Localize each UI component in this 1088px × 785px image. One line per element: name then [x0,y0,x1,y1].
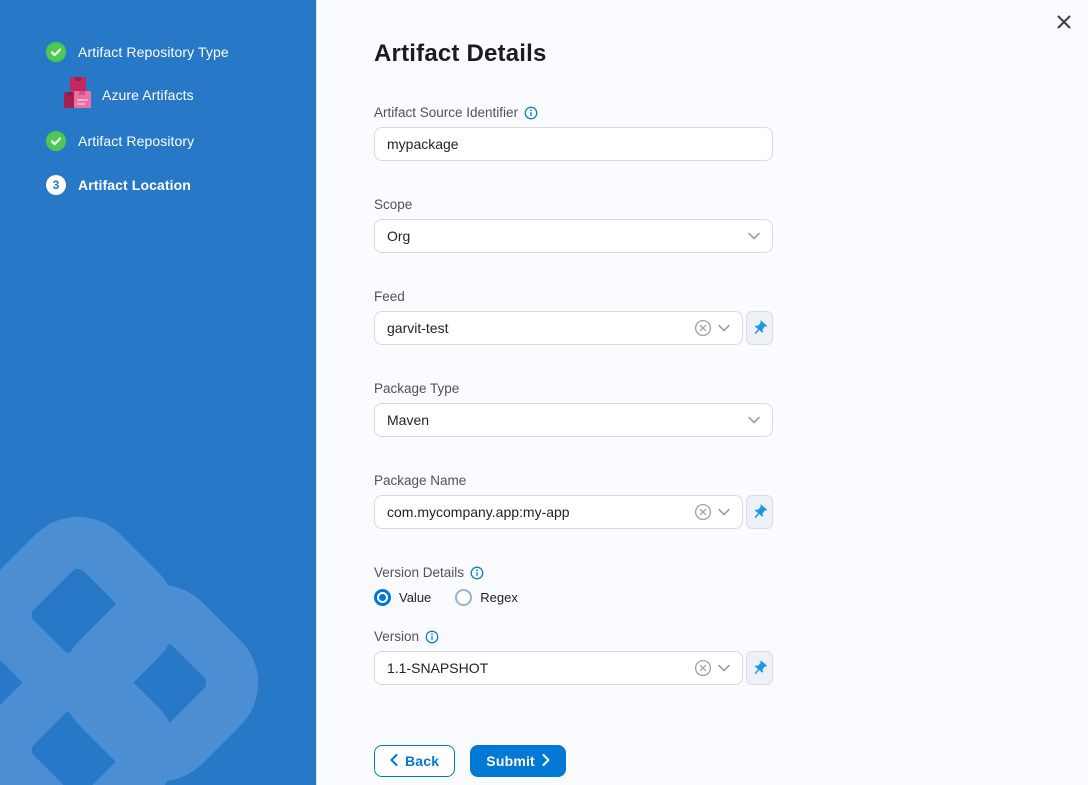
radio-option-regex[interactable]: Regex [455,589,518,606]
back-button[interactable]: Back [374,745,455,777]
step-label: Artifact Repository Type [78,44,229,60]
feed-label: Feed [374,289,773,304]
step-artifact-repository-type[interactable]: Artifact Repository Type [46,42,300,62]
step-number-badge: 3 [46,175,66,195]
package-name-combobox[interactable] [374,495,743,529]
chevron-down-icon[interactable] [715,324,733,332]
chevron-right-icon [542,753,550,769]
pin-fixed-value-icon[interactable] [746,651,773,685]
artifact-details-panel: Artifact Details Artifact Source Identif… [316,0,1088,785]
info-icon[interactable] [425,630,439,644]
version-details-radio-group: Value Regex [374,589,773,606]
step-artifact-location[interactable]: 3 Artifact Location [46,175,300,195]
step-complete-check-icon [46,131,66,151]
radio-option-value[interactable]: Value [374,589,431,606]
wizard-steps: Artifact Repository Type Azure Ar [0,0,316,195]
package-name-input[interactable] [387,504,691,520]
artifact-details-form: Artifact Details Artifact Source Identif… [317,0,1088,777]
wizard-sidebar: Artifact Repository Type Azure Ar [0,0,316,785]
clear-icon[interactable] [691,319,715,337]
package-name-label: Package Name [374,473,773,488]
selected-repo-type-azure-artifacts[interactable]: Azure Artifacts [64,77,300,113]
clear-icon[interactable] [691,503,715,521]
pin-fixed-value-icon[interactable] [746,495,773,529]
harness-logo-watermark [0,455,316,785]
version-combobox[interactable] [374,651,743,685]
feed-combobox[interactable] [374,311,743,345]
radio-selected-icon[interactable] [374,589,391,606]
info-icon[interactable] [524,106,538,120]
package-type-value: Maven [387,412,429,428]
version-label: Version [374,629,773,644]
package-name-group: Package Name [374,473,773,529]
page-title: Artifact Details [374,40,1088,68]
feed-group: Feed [374,289,773,345]
version-group: Version [374,629,773,685]
artifact-source-identifier-group: Artifact Source Identifier [374,105,773,161]
artifact-source-identifier-label: Artifact Source Identifier [374,105,773,120]
scope-label: Scope [374,197,773,212]
substep-label: Azure Artifacts [102,87,194,103]
radio-unselected-icon[interactable] [455,589,472,606]
chevron-down-icon[interactable] [715,664,733,672]
submit-button[interactable]: Submit [470,745,566,777]
artifact-wizard-dialog: Artifact Repository Type Azure Ar [0,0,1088,785]
package-type-select[interactable]: Maven [374,403,773,437]
step-label: Artifact Repository [78,133,194,149]
feed-input[interactable] [387,320,691,336]
azure-artifacts-icon [64,76,92,115]
version-input[interactable] [387,660,691,676]
scope-value: Org [387,228,410,244]
info-icon[interactable] [470,566,484,580]
chevron-down-icon[interactable] [715,508,733,516]
package-type-label: Package Type [374,381,773,396]
chevron-down-icon [748,411,760,429]
close-icon[interactable] [1053,11,1075,33]
clear-icon[interactable] [691,659,715,677]
version-details-group: Version Details Value Regex [374,565,773,606]
pin-fixed-value-icon[interactable] [746,311,773,345]
scope-group: Scope Org [374,197,773,253]
chevron-left-icon [390,753,398,769]
package-type-group: Package Type Maven [374,381,773,437]
chevron-down-icon [748,227,760,245]
artifact-source-identifier-input[interactable] [374,127,773,161]
scope-select[interactable]: Org [374,219,773,253]
step-label: Artifact Location [78,177,191,193]
version-details-label: Version Details [374,565,773,580]
step-artifact-repository[interactable]: Artifact Repository [46,131,300,151]
wizard-footer-buttons: Back Submit [374,745,1088,777]
step-complete-check-icon [46,42,66,62]
